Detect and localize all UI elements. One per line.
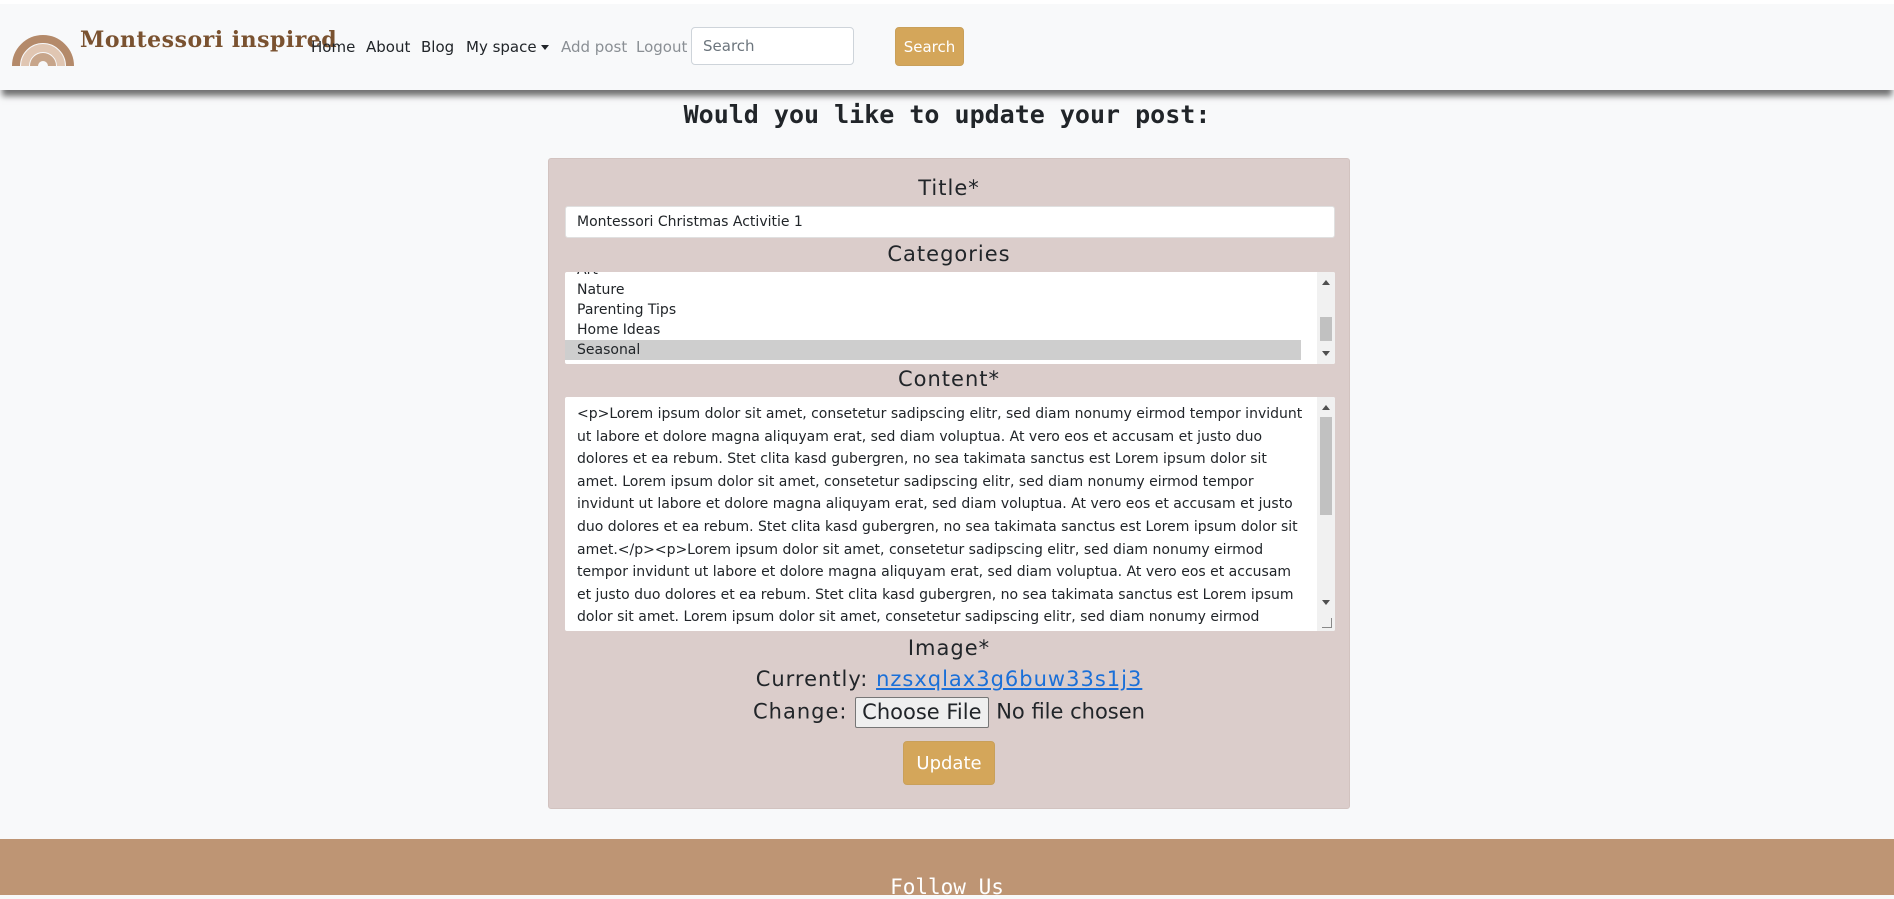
scroll-down-icon[interactable]	[1322, 351, 1330, 356]
nav-blog[interactable]: Blog	[421, 38, 454, 56]
footer: Follow Us	[0, 839, 1894, 899]
footer-title: Follow Us	[890, 875, 1004, 899]
scroll-up-icon[interactable]	[1322, 405, 1330, 410]
brand[interactable]: Montessori inspired	[12, 14, 337, 66]
navbar: Montessori inspired Home About Blog My s…	[0, 4, 1894, 90]
search-input[interactable]	[691, 27, 854, 65]
category-option[interactable]: Art	[565, 272, 1301, 280]
current-image-row: Currently: nzsxqlax3g6buw33s1j3	[549, 667, 1349, 691]
image-label: Image*	[907, 636, 991, 660]
rainbow-logo-icon	[12, 35, 74, 66]
content-textarea[interactable]: <p>Lorem ipsum dolor sit amet, consetetu…	[565, 397, 1335, 631]
category-option[interactable]: Nature	[565, 280, 1301, 300]
category-option-selected[interactable]: Seasonal	[565, 340, 1301, 360]
nav-about[interactable]: About	[366, 38, 410, 56]
current-image-link[interactable]: nzsxqlax3g6buw33s1j3	[876, 667, 1142, 691]
title-input[interactable]	[565, 206, 1335, 238]
resize-handle-icon[interactable]	[1322, 618, 1332, 628]
nav-my-space-dropdown[interactable]: My space	[466, 38, 549, 56]
nav-logout[interactable]: Logout	[636, 38, 687, 56]
content-scrollbar[interactable]	[1317, 397, 1335, 631]
nav-add-post[interactable]: Add post	[561, 38, 627, 56]
scroll-thumb[interactable]	[1320, 417, 1332, 515]
update-post-form: Title* Categories Art Nature Parenting T…	[548, 158, 1350, 809]
categories-scrollbar[interactable]	[1317, 272, 1335, 364]
category-option[interactable]: Parenting Tips	[565, 300, 1301, 320]
nav-home[interactable]: Home	[311, 38, 355, 56]
caret-down-icon	[540, 45, 549, 50]
brand-name: Montessori inspired	[80, 27, 338, 53]
categories-label: Categories	[887, 242, 1011, 266]
categories-select[interactable]: Art Nature Parenting Tips Home Ideas Sea…	[565, 272, 1335, 364]
title-label: Title*	[918, 176, 980, 200]
category-option[interactable]: Home Ideas	[565, 320, 1301, 340]
content-label: Content*	[897, 367, 1001, 391]
no-file-text: No file chosen	[996, 699, 1145, 724]
search-button[interactable]: Search	[895, 27, 964, 66]
content-text: <p>Lorem ipsum dolor sit amet, consetetu…	[577, 406, 1303, 626]
update-button[interactable]: Update	[903, 741, 995, 785]
change-image-row: Change: Choose File No file chosen	[549, 697, 1349, 728]
nav-my-space-label: My space	[466, 38, 537, 56]
scroll-up-icon[interactable]	[1322, 280, 1330, 285]
scroll-down-icon[interactable]	[1322, 600, 1330, 605]
page-heading: Would you like to update your post:	[683, 100, 1211, 129]
currently-label: Currently:	[755, 667, 869, 691]
change-label: Change:	[753, 699, 848, 724]
choose-file-button[interactable]: Choose File	[855, 697, 989, 728]
scroll-thumb[interactable]	[1320, 317, 1332, 341]
